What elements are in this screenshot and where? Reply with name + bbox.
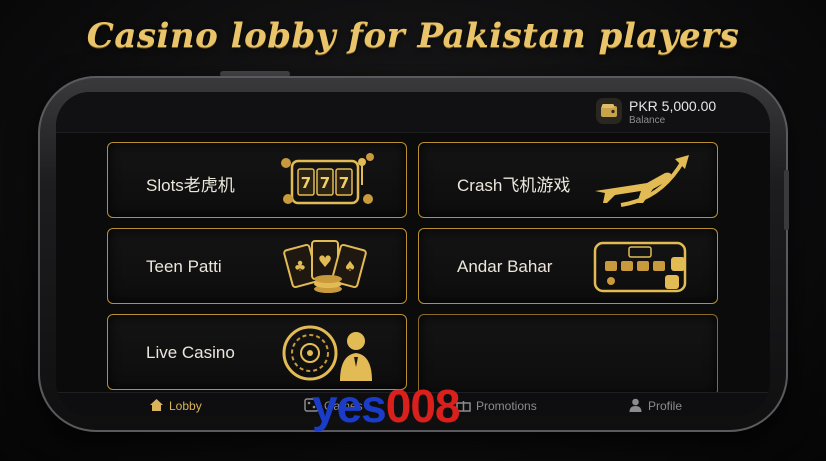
game-label-teen-patti: Teen Patti — [146, 257, 222, 276]
watermark-logo: yes008 — [312, 383, 460, 429]
watermark-part1: yes — [312, 380, 387, 432]
svg-text:7: 7 — [320, 174, 330, 192]
slot-machine-icon: 7 7 7 — [281, 153, 374, 205]
nav-lobby[interactable]: Lobby — [169, 399, 202, 413]
balance-label: Balance — [629, 115, 666, 126]
card-table-icon — [593, 241, 687, 293]
game-card-live-casino[interactable]: Live Casino — [107, 314, 407, 390]
svg-text:♠: ♠ — [344, 259, 357, 275]
game-label-live-casino: Live Casino — [146, 343, 235, 362]
game-card-slots[interactable]: Slots老虎机 7 7 7 — [107, 142, 407, 218]
nav-profile[interactable]: Profile — [648, 399, 682, 413]
page-headline: Casino lobby for Pakistan players — [86, 16, 740, 56]
game-label-slots: Slots老虎机 — [146, 176, 235, 195]
game-label-crash: Crash飞机游戏 — [457, 176, 571, 195]
nav-promotions[interactable]: Promotions — [476, 399, 537, 413]
top-bar: PKR 5,000.00 Balance — [56, 92, 770, 133]
balance-amount: PKR 5,000.00 — [629, 98, 717, 114]
game-card-crash[interactable]: Crash飞机游戏 — [418, 142, 718, 218]
svg-text:♣: ♣ — [294, 259, 307, 275]
svg-text:7: 7 — [339, 174, 349, 192]
game-card-teen-patti[interactable]: Teen Patti ♥ ♣ ♠ — [107, 228, 407, 304]
game-card-empty — [418, 314, 718, 396]
svg-text:7: 7 — [301, 174, 311, 192]
app-screen: PKR 5,000.00 Balance Slots老虎机 7 7 7 Cras… — [56, 92, 770, 416]
profile-icon — [629, 398, 642, 412]
phone-side-button — [784, 170, 789, 230]
wallet-icon[interactable] — [596, 98, 622, 124]
game-label-andar-bahar: Andar Bahar — [457, 257, 553, 276]
playing-cards-icon: ♥ ♣ ♠ — [283, 240, 367, 293]
airplane-icon — [595, 155, 689, 207]
svg-text:♥: ♥ — [318, 252, 332, 271]
game-card-andar-bahar[interactable]: Andar Bahar — [418, 228, 718, 304]
home-icon — [150, 399, 163, 411]
watermark-part2: 008 — [385, 380, 461, 432]
roulette-dealer-icon — [282, 325, 372, 381]
